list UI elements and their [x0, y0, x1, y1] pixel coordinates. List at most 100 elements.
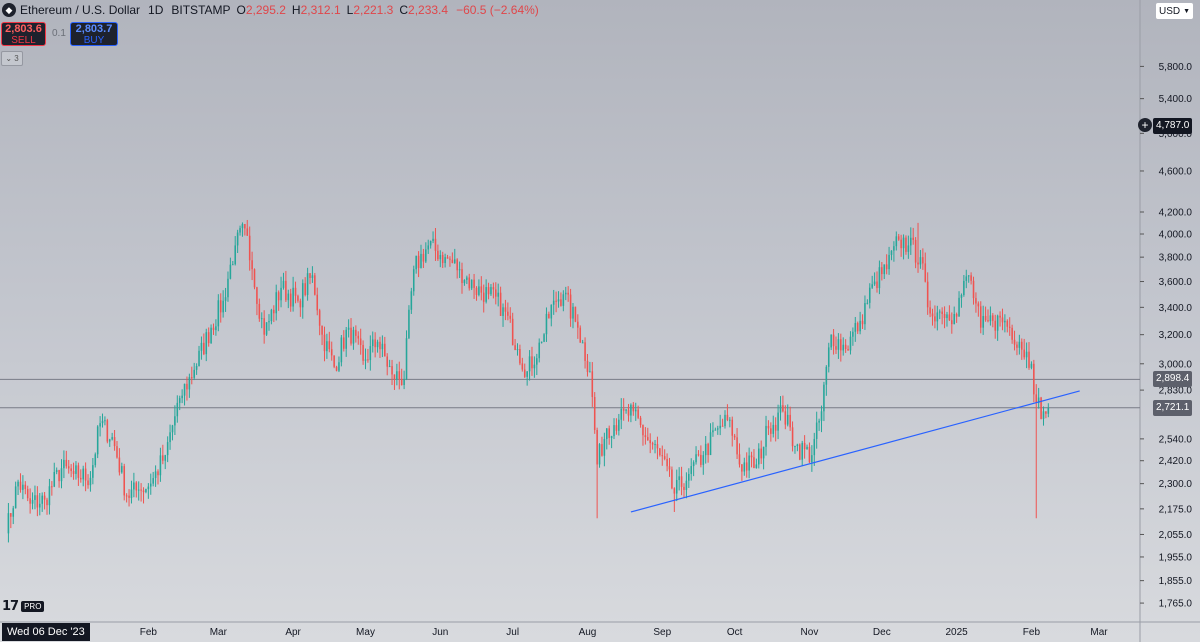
- candle-body: [408, 309, 410, 339]
- candle-body: [738, 454, 741, 465]
- candle-body: [41, 495, 43, 504]
- candle-body: [943, 314, 946, 319]
- time-tick-label: Oct: [727, 627, 743, 638]
- candle-body: [24, 484, 27, 490]
- chevron-down-icon: ▼: [1183, 7, 1191, 15]
- candle-body: [564, 292, 567, 295]
- candle-body: [965, 276, 968, 281]
- candle-body: [444, 257, 446, 264]
- candle-body: [335, 366, 338, 371]
- candle-body: [627, 409, 630, 416]
- candle-body: [1016, 344, 1018, 348]
- candle-body: [972, 280, 975, 299]
- candle-body: [692, 462, 695, 467]
- candle-body: [770, 428, 772, 434]
- candle-body: [977, 303, 980, 307]
- candle-body: [996, 315, 999, 331]
- candle-body: [675, 480, 678, 494]
- candle-body: [241, 224, 244, 229]
- price-chart[interactable]: 5,800.05,400.05,000.04,600.04,200.04,000…: [0, 0, 1200, 642]
- candle-body: [970, 275, 972, 281]
- candle-body: [866, 302, 869, 304]
- price-tick-label: 1,955.0: [1159, 552, 1193, 563]
- candle-body: [803, 442, 806, 450]
- candle-body: [922, 257, 924, 264]
- candle-body: [152, 478, 154, 484]
- candle-body: [51, 486, 53, 488]
- candle-body: [137, 489, 140, 491]
- candle-body: [881, 267, 883, 275]
- candle-body: [239, 228, 241, 233]
- add-alert-plus-icon[interactable]: +: [1138, 118, 1152, 132]
- spread-value: 0.1: [52, 28, 66, 39]
- candle-body: [65, 459, 68, 467]
- interval[interactable]: 1D: [148, 3, 163, 17]
- candle-body: [1042, 411, 1045, 419]
- symbol-name[interactable]: Ethereum / U.S. Dollar: [20, 3, 140, 17]
- candle-body: [989, 315, 992, 322]
- candle-body: [938, 311, 941, 313]
- candle-body: [487, 287, 490, 295]
- candle-body: [777, 412, 779, 431]
- candle-body: [43, 495, 46, 500]
- candle-body: [622, 408, 625, 411]
- buy-price: 2,803.7: [75, 23, 113, 35]
- candle-body: [586, 360, 589, 372]
- candle-body: [905, 237, 907, 252]
- candle-body: [451, 259, 454, 263]
- candle-body: [299, 300, 302, 308]
- candle-body: [647, 437, 649, 441]
- candle-body: [562, 294, 565, 306]
- candle-body: [509, 315, 512, 319]
- exchange: BITSTAMP: [171, 3, 231, 17]
- candle-body: [82, 468, 84, 480]
- candle-body: [823, 384, 825, 412]
- candle-body: [60, 468, 63, 482]
- candle-body: [116, 446, 118, 458]
- collapse-indicators-button[interactable]: ⌄ 3: [1, 51, 23, 66]
- candle-body: [523, 369, 526, 377]
- candle-body: [432, 238, 434, 242]
- candle-body: [485, 287, 487, 302]
- candle-body: [311, 275, 314, 278]
- open-label: O: [236, 3, 246, 17]
- sell-button[interactable]: 2,803.6 SELL: [1, 22, 46, 46]
- candle-body: [837, 339, 840, 350]
- candle-body: [799, 444, 801, 460]
- candle-body: [80, 477, 82, 480]
- candle-body: [690, 466, 693, 474]
- candle-body: [574, 306, 577, 322]
- candle-body: [528, 356, 531, 372]
- candle-body: [490, 287, 492, 295]
- time-tick-label: Aug: [579, 627, 597, 638]
- close-label: C: [399, 3, 409, 17]
- candle-body: [709, 432, 712, 456]
- candle-body: [232, 264, 234, 266]
- candle-body: [885, 264, 888, 270]
- price-tick-label: 4,600.0: [1159, 166, 1193, 177]
- candle-body: [637, 409, 639, 418]
- candle-body: [258, 303, 261, 319]
- currency-select[interactable]: USD ▼: [1155, 2, 1194, 20]
- buy-button[interactable]: 2,803.7 BUY: [70, 22, 118, 46]
- candle-body: [630, 404, 632, 416]
- price-tick-label: 2,055.0: [1159, 530, 1193, 541]
- candle-body: [75, 465, 77, 474]
- candle-body: [745, 462, 748, 471]
- candle-body: [808, 446, 811, 463]
- candle-body: [697, 454, 700, 456]
- price-tick-label: 1,765.0: [1159, 599, 1193, 610]
- candle-body: [750, 455, 753, 458]
- candle-body: [729, 419, 731, 421]
- candle-body: [1025, 351, 1028, 358]
- candle-body: [31, 499, 34, 504]
- candle-body: [104, 420, 106, 422]
- tradingview-logo: 𝟭𝟳 PRO: [2, 599, 45, 614]
- candle-body: [130, 489, 133, 498]
- candle-body: [835, 346, 837, 350]
- candle-body: [340, 337, 343, 363]
- candle-body: [159, 455, 162, 476]
- level2-price-badge: 2,721.1: [1153, 399, 1193, 416]
- candle-body: [403, 379, 405, 385]
- candle-body: [642, 424, 644, 436]
